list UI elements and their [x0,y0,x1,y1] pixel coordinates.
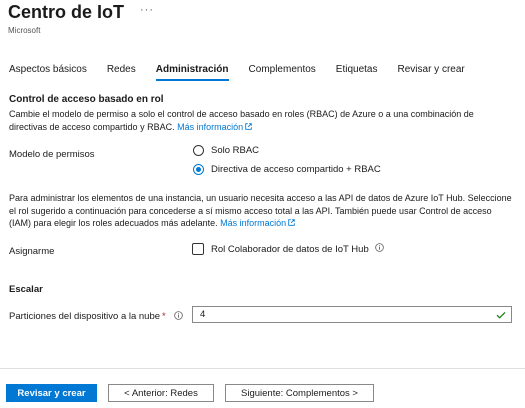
iot-hub-data-contributor-option[interactable]: Rol Colaborador de datos de IoT Hub [192,242,384,255]
previous-button[interactable]: < Anterior: Redes [108,384,214,402]
required-indicator: * [162,311,166,322]
assign-learn-more-label: Más información [220,218,287,228]
tab-administracion[interactable]: Administración [155,64,229,81]
more-ellipsis-icon[interactable]: ··· [140,4,154,16]
tab-bar: Aspectos básicos Redes Administración Co… [9,64,485,81]
permission-model-label: Modelo de permisos [9,149,95,160]
tab-complementos[interactable]: Complementos [249,64,316,80]
review-create-button[interactable]: Revisar y crear [6,384,97,402]
rbac-heading: Control de acceso basado en rol [9,94,164,105]
info-icon[interactable] [374,242,384,252]
partitions-input-value[interactable]: 4 [193,309,496,320]
info-icon[interactable] [174,311,184,320]
assign-learn-more-link[interactable]: Más información [220,218,295,228]
scale-heading: Escalar [9,284,43,295]
radio-solo-rbac[interactable]: Solo RBAC [193,145,259,156]
tab-aspectos-basicos[interactable]: Aspectos básicos [9,64,87,80]
next-button[interactable]: Siguiente: Complementos > [225,384,374,402]
checkmark-icon [496,311,506,319]
partitions-input[interactable]: 4 [192,306,512,323]
radio-shared-access-rbac[interactable]: Directiva de acceso compartido + RBAC [193,164,381,175]
assign-me-label: Asignarme [9,246,55,257]
title-row: Centro de IoT ··· [8,2,154,23]
radio-shared-access-rbac-label: Directiva de acceso compartido + RBAC [211,164,381,175]
tab-revisar-y-crear[interactable]: Revisar y crear [398,64,465,80]
external-link-icon [245,122,252,130]
page-subtitle: Microsoft [8,26,41,35]
rbac-learn-more-link[interactable]: Más información [177,122,252,132]
page: Centro de IoT ··· Microsoft Aspectos bás… [0,0,525,408]
assign-description: Para administrar los elementos de una in… [9,192,514,230]
partitions-label: Particiones del dispositivo a la nube [9,311,161,322]
external-link-icon [288,219,295,226]
iot-hub-data-contributor-label: Rol Colaborador de datos de IoT Hub [211,243,369,255]
radio-button-unselected[interactable] [193,145,204,156]
partitions-label-row: Particiones del dispositivo a la nube * [9,310,184,322]
rbac-learn-more-label: Más información [177,121,244,132]
tab-etiquetas[interactable]: Etiquetas [336,64,378,80]
tab-redes[interactable]: Redes [107,64,136,80]
rbac-description: Cambie el modelo de permiso a solo el co… [9,108,514,133]
radio-button-selected[interactable] [193,164,204,175]
radio-solo-rbac-label: Solo RBAC [211,145,260,156]
iot-hub-data-contributor-checkbox[interactable] [192,243,204,255]
page-title: Centro de IoT [8,2,124,22]
footer-divider [0,368,525,369]
